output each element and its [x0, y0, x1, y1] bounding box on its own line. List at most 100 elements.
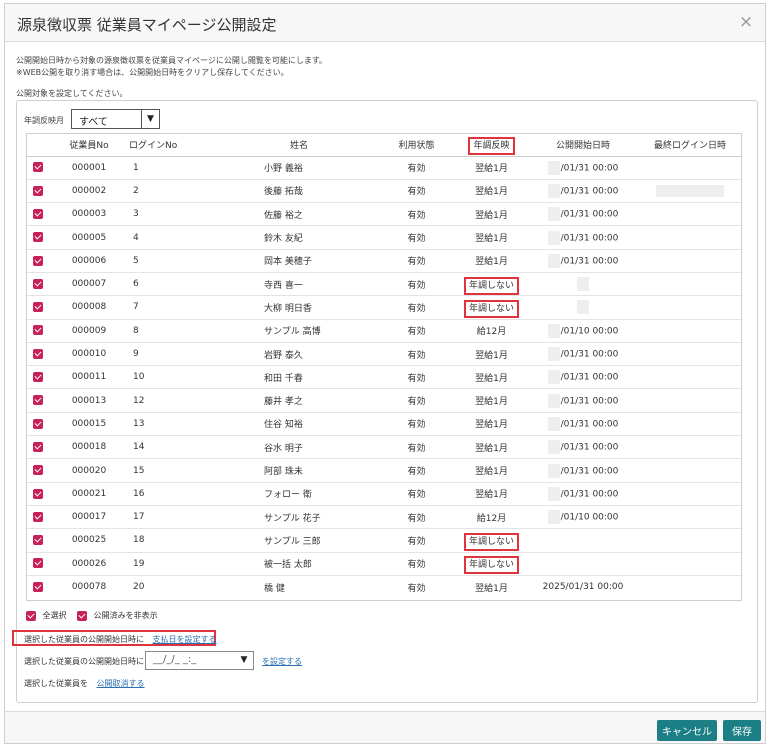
header-employee-no[interactable]: 従業員No [49, 134, 129, 157]
header-status[interactable]: 利用状態 [379, 134, 454, 157]
table-row[interactable]: 000013 12 藤井 孝之 有効 翌給1月/01/31 00:00 [27, 388, 741, 413]
set-payday-link[interactable]: 支払日を設定する [153, 635, 217, 644]
name-cell: サンプル 三郎 [219, 528, 379, 553]
table-row[interactable]: 000009 8 サンプル 高博 有効 給12月/01/10 00:00 [27, 319, 741, 343]
employee-no-cell: 000003 [49, 202, 129, 227]
table-row[interactable]: 000017 17 サンプル 花子 有効 給12月/01/10 00:00 [27, 505, 741, 530]
set-date-link-text[interactable]: を設定する [262, 657, 302, 666]
row-checkbox-cell[interactable] [27, 388, 49, 413]
row-checkbox-cell[interactable] [27, 249, 49, 273]
status-cell: 有効 [379, 458, 454, 483]
row-checkbox[interactable] [33, 441, 43, 452]
table-row[interactable]: 000026 19 被一括 太郎 有効 年調しない [27, 552, 741, 576]
row-checkbox[interactable] [33, 465, 43, 476]
redacted-block [576, 277, 589, 292]
cancel-publish-link[interactable]: 公開取消する [97, 679, 145, 688]
header-publish-start[interactable]: 公開開始日時 [529, 134, 637, 157]
status-cell: 有効 [379, 505, 454, 530]
reflect-month-select[interactable]: すべて ▼ [71, 109, 160, 129]
redacted-year [547, 207, 560, 222]
row-checkbox-cell[interactable] [27, 179, 49, 204]
row-checkbox[interactable] [33, 348, 43, 359]
close-icon[interactable]: × [737, 13, 755, 31]
table-row[interactable]: 000010 9 岩野 泰久 有効 翌給1月/01/31 00:00 [27, 342, 741, 367]
name-cell: 橋 健 [264, 583, 285, 594]
reflect-cell: 翌給1月 [454, 458, 529, 483]
table-row[interactable]: 000005 4 鈴木 友紀 有効 翌給1月/01/31 00:00 [27, 225, 741, 250]
table-row[interactable]: 000025 18 サンプル 三郎 有効 年調しない [27, 528, 741, 553]
hide-published-checkbox[interactable] [77, 610, 88, 621]
row-checkbox[interactable] [33, 511, 43, 522]
name-cell: 佐藤 裕之 [219, 202, 379, 227]
header-reflect[interactable]: 年調反映 [454, 134, 529, 157]
row-checkbox[interactable] [33, 162, 43, 173]
row-checkbox[interactable] [33, 325, 43, 336]
row-checkbox-cell[interactable] [27, 482, 49, 506]
row-checkbox-cell[interactable] [27, 365, 49, 390]
row-checkbox-cell[interactable] [27, 202, 49, 227]
row-checkbox-cell[interactable] [27, 505, 49, 530]
table-row[interactable]: 000021 16 フォロー 衛有効 翌給1月/01/31 00:00 [27, 482, 741, 506]
row-checkbox[interactable] [33, 255, 43, 266]
row-checkbox[interactable] [33, 488, 43, 499]
reflect-cell: 翌給1月 [454, 202, 529, 227]
save-button[interactable]: 保存 [723, 720, 761, 741]
row-checkbox[interactable] [33, 395, 43, 406]
cancel-publish-row: 選択した従業員を 公開取消する [24, 678, 145, 689]
reflect-value: 給12月 [476, 327, 507, 338]
row-checkbox-cell[interactable] [27, 435, 49, 460]
publish-datetime-input[interactable]: __/_/_ _:_ ▼ [145, 651, 254, 670]
row-checkbox-cell[interactable] [27, 528, 49, 553]
reflect-cell: 翌給1月 [454, 388, 529, 413]
table-row[interactable]: 000011 10 和田 千春 有効 翌給1月/01/31 00:00 [27, 365, 741, 390]
cancel-button[interactable]: キャンセル [657, 720, 717, 741]
table-row[interactable]: 000001 1 小野 義裕 有効 翌給1月/01/31 00:00 [27, 156, 741, 180]
redacted-year [547, 463, 560, 478]
publish-start-value: /01/31 00:00 [560, 209, 619, 220]
table-row[interactable]: 000015 13 住谷 知裕 有効 翌給1月/01/31 00:00 [27, 412, 741, 437]
status-cell: 有効 [379, 482, 454, 506]
table-row[interactable]: 000018 14 谷水 明子 有効 翌給1月/01/31 00:00 [27, 435, 741, 460]
reflect-value: 翌給1月 [475, 210, 508, 221]
row-checkbox-cell[interactable] [27, 319, 49, 343]
table-row[interactable]: 000002 2 後藤 拓哉 有効 翌給1月/01/31 00:00 [27, 179, 741, 204]
row-checkbox[interactable] [33, 232, 43, 243]
table-row[interactable]: 000008 7 大柳 明日香 有効 年調しない [27, 295, 741, 320]
table-row[interactable]: 000007 6 寺西 喜一 有効 年調しない [27, 272, 741, 297]
row-checkbox-cell[interactable] [27, 552, 49, 576]
select-all-checkbox[interactable] [26, 610, 36, 621]
employee-no-cell: 000015 [49, 412, 129, 437]
row-checkbox[interactable] [33, 558, 43, 569]
row-checkbox-cell[interactable] [27, 412, 49, 437]
row-checkbox-cell[interactable] [27, 156, 49, 180]
row-checkbox-cell[interactable] [27, 342, 49, 367]
row-checkbox-cell[interactable] [27, 225, 49, 250]
last-login-cell [637, 388, 741, 413]
row-checkbox-cell[interactable] [27, 458, 49, 483]
table-row[interactable]: 000078 20 橋 健 有効 翌給1月 2025/01/31 00:00 [27, 575, 741, 598]
login-no-cell: 13 [129, 412, 219, 437]
header-login-no[interactable]: ログインNo [129, 134, 219, 157]
header-name[interactable]: 姓名 [219, 134, 379, 157]
table-row[interactable]: 000003 3 佐藤 裕之 有効 翌給1月/01/31 00:00 [27, 202, 741, 227]
set-date-link[interactable]: を設定する [262, 656, 302, 667]
row-checkbox[interactable] [33, 185, 43, 196]
row-checkbox[interactable] [33, 581, 43, 592]
select-all-option[interactable]: 全選択 公開済みを非表示 [26, 610, 158, 621]
row-checkbox[interactable] [33, 418, 43, 429]
row-checkbox[interactable] [33, 302, 43, 313]
row-checkbox-cell[interactable] [27, 575, 49, 598]
login-no-cell: 9 [129, 342, 219, 367]
row-checkbox-cell[interactable] [27, 272, 49, 297]
row-checkbox[interactable] [33, 278, 43, 289]
table-row[interactable]: 000006 5 岡本 美穂子 有効 翌給1月/01/31 00:00 [27, 249, 741, 273]
header-last-login[interactable]: 最終ログイン日時 [637, 134, 741, 157]
row-checkbox-cell[interactable] [27, 295, 49, 320]
publish-start-value: /01/31 00:00 [560, 349, 619, 360]
row-checkbox[interactable] [33, 535, 43, 546]
employee-no-cell: 000017 [49, 505, 129, 530]
calendar-dropdown-icon[interactable]: ▼ [235, 652, 253, 669]
table-row[interactable]: 000020 15 阿部 珠未 有効 翌給1月/01/31 00:00 [27, 458, 741, 483]
row-checkbox[interactable] [33, 208, 43, 219]
row-checkbox[interactable] [33, 372, 43, 383]
